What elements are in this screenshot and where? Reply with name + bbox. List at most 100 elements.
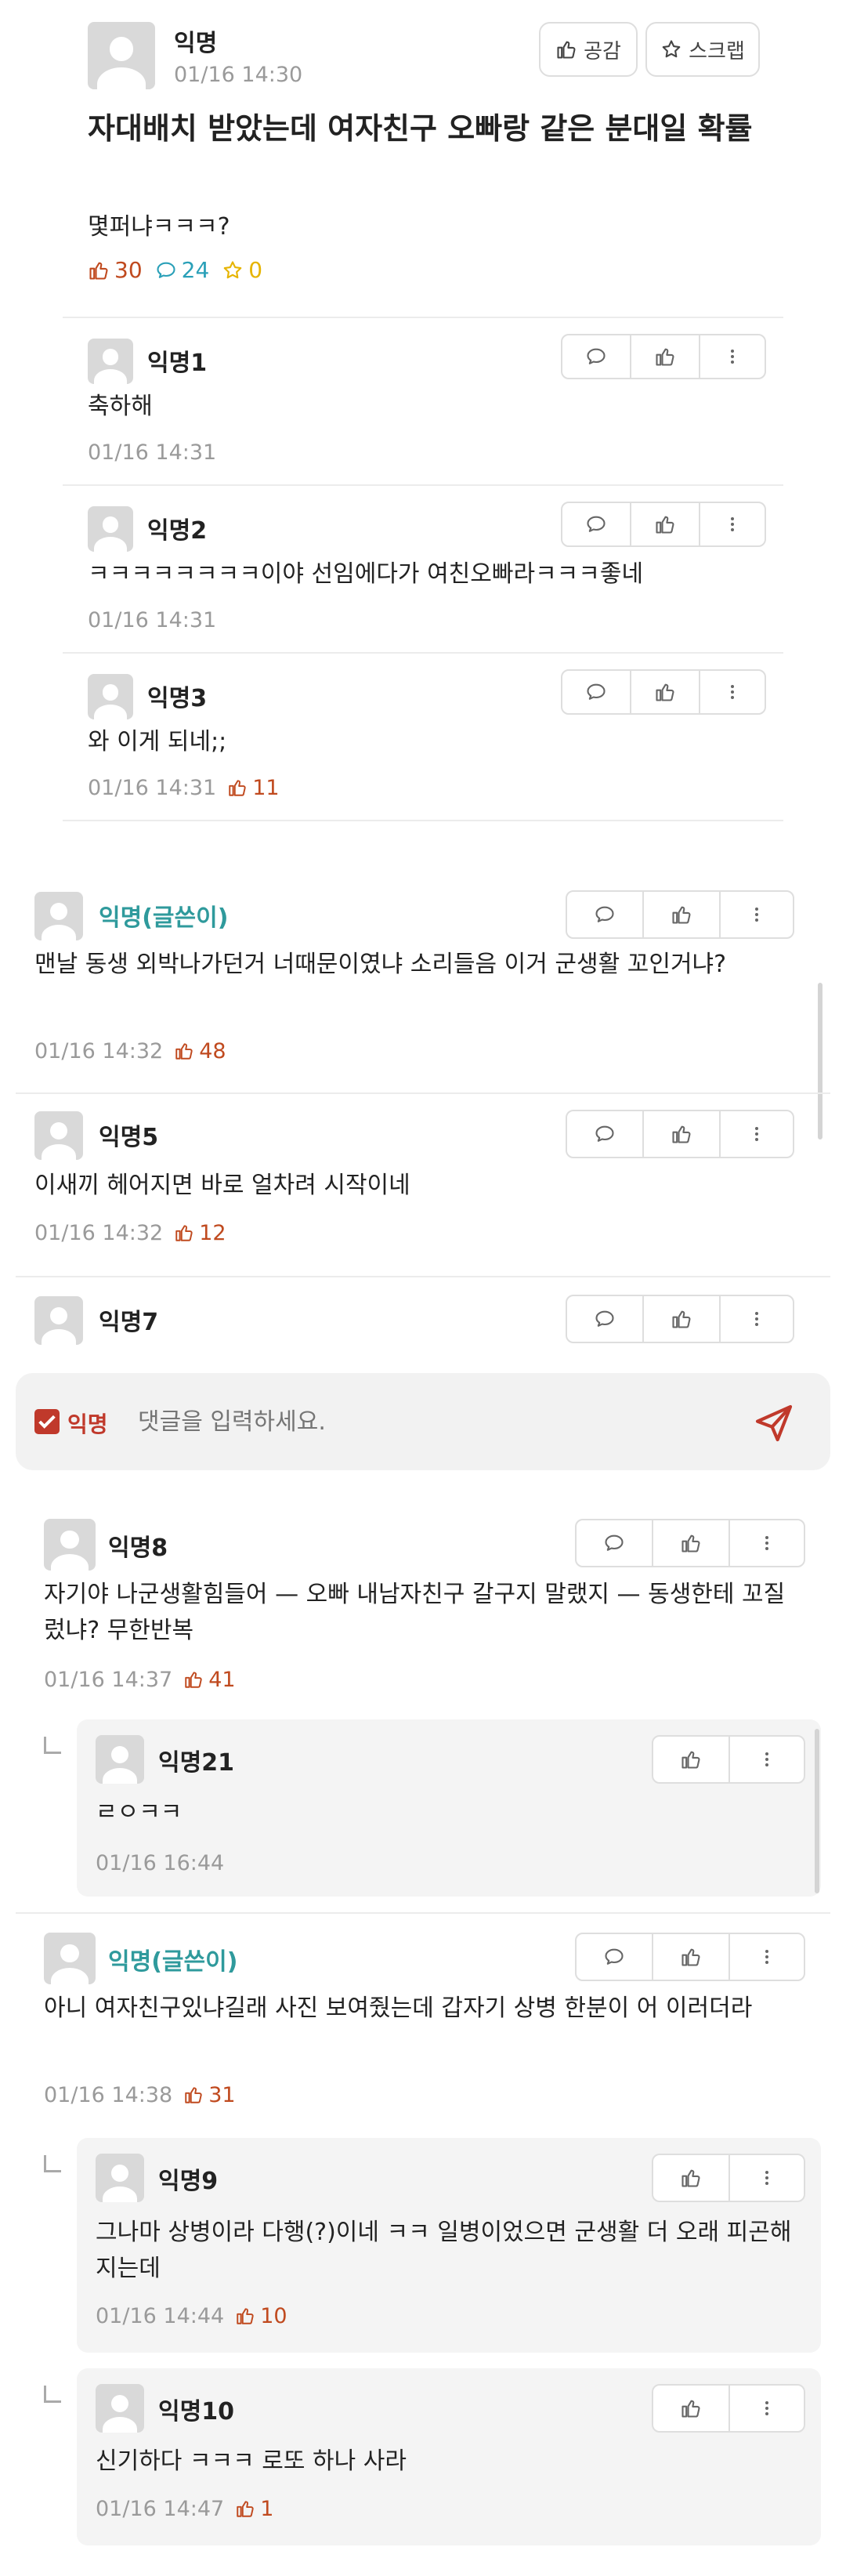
comment-time: 01/16 14:32 <box>34 1039 164 1063</box>
thumb-up-icon <box>680 1532 702 1554</box>
thumb-up-icon <box>183 1669 204 1690</box>
more-dots-icon <box>747 1310 766 1328</box>
comment-actions <box>561 334 766 379</box>
reply-actions <box>652 2384 805 2433</box>
comment-author: 익명5 <box>99 1124 159 1151</box>
comment-avatar <box>88 339 133 384</box>
comment-author: 익명3 <box>147 685 208 712</box>
divider <box>63 820 783 821</box>
like-button[interactable] <box>653 2155 730 2201</box>
comment-text: 이새끼 헤어지면 바로 얼차려 시작이네 <box>34 1172 410 1199</box>
like-button[interactable] <box>653 1737 730 1782</box>
comment-author-op: 익명(글쓴이) <box>99 904 229 932</box>
reply-button[interactable] <box>567 892 644 937</box>
reply-button[interactable] <box>562 503 631 545</box>
comment-bubble-icon <box>594 1123 616 1145</box>
more-options-button[interactable] <box>730 2155 804 2201</box>
like-button[interactable] <box>631 335 700 378</box>
thumb-up-icon <box>174 1041 194 1061</box>
thumb-up-icon <box>555 38 577 60</box>
more-dots-icon <box>747 1125 766 1143</box>
more-dots-icon <box>757 1750 776 1769</box>
comment-author: 익명8 <box>108 1534 168 1562</box>
like-button[interactable] <box>644 892 721 937</box>
like-button[interactable] <box>644 1111 721 1157</box>
more-options-button[interactable] <box>700 671 765 713</box>
post-scrap-count: 0 <box>248 257 263 283</box>
more-options-button[interactable] <box>730 2386 804 2431</box>
scrollbar-thumb[interactable] <box>815 1729 819 1893</box>
post-body: 몇퍼냐ㅋㅋㅋ? <box>88 213 230 241</box>
comment-bubble-icon <box>603 1532 625 1554</box>
comment-likes: 12 <box>163 1221 226 1245</box>
comment-text: 아니 여자친구있냐길래 사진 보여줬는데 갑자기 상병 한분이 어 이러더라 <box>44 1994 753 2022</box>
reply-button[interactable] <box>562 335 631 378</box>
comment-meta: 01/16 14:32 48 <box>34 1039 226 1063</box>
reply-button[interactable] <box>562 671 631 713</box>
reply-arrow-icon <box>44 2155 61 2172</box>
more-options-button[interactable] <box>721 892 793 937</box>
anonymous-label[interactable]: 익명 <box>67 1408 108 1439</box>
comment-text: 자기야 나군생활힘들어 — 오빠 내남자친구 갈구지 말랬지 — 동생한테 꼬질… <box>44 1581 786 1644</box>
comment-avatar <box>34 1111 83 1160</box>
comment-author-op: 익명(글쓴이) <box>108 1948 238 1976</box>
comment-bubble-icon <box>594 904 616 926</box>
thumb-up-icon <box>88 259 110 281</box>
thumb-up-icon <box>654 346 676 368</box>
like-button[interactable] <box>653 1520 730 1566</box>
thumb-up-icon <box>235 2498 255 2519</box>
more-dots-icon <box>757 2399 776 2418</box>
reply-button[interactable] <box>577 1934 653 1980</box>
send-button[interactable] <box>752 1401 796 1445</box>
like-button[interactable] <box>631 503 700 545</box>
anonymous-checkbox[interactable] <box>34 1409 60 1434</box>
comment-item: 익명3 와 이게 되네;; 01/16 14:31 11 <box>0 657 846 813</box>
comment-likes: 48 <box>163 1039 226 1063</box>
divider <box>16 1092 830 1094</box>
more-options-button[interactable] <box>700 335 765 378</box>
reply-button[interactable] <box>577 1520 653 1566</box>
post-title: 자대배치 받았는데 여자친구 오빠랑 같은 분대일 확률 <box>88 111 753 146</box>
more-options-button[interactable] <box>721 1111 793 1157</box>
reply-button[interactable] <box>567 1296 644 1342</box>
comment-item: 익명1 축하해 01/16 14:31 <box>0 321 846 478</box>
more-options-button[interactable] <box>700 503 765 545</box>
comment-bubble-icon <box>585 513 607 535</box>
send-icon <box>752 1401 796 1445</box>
comment-actions <box>566 1295 794 1343</box>
reply-actions <box>652 2154 805 2202</box>
like-button[interactable] <box>631 671 700 713</box>
comment-actions <box>566 890 794 939</box>
checkmark-icon <box>38 1415 56 1429</box>
comment-avatar <box>88 506 133 552</box>
more-options-button[interactable] <box>730 1520 804 1566</box>
like-button[interactable] <box>644 1296 721 1342</box>
comment-time: 01/16 14:38 <box>44 2083 173 2107</box>
comment-like-count: 41 <box>208 1668 236 1692</box>
comment-bubble-icon <box>155 259 177 281</box>
comment-item: 익명5 이새끼 헤어지면 바로 얼차려 시작이네 01/16 14:32 12 <box>0 1096 846 1273</box>
comment-author: 익명21 <box>158 1749 234 1777</box>
comment-avatar <box>96 2384 144 2433</box>
scrap-button-label: 스크랩 <box>689 39 745 63</box>
reply-item: 익명10 신기하다 ㅋㅋㅋ 로또 하나 사라 01/16 14:47 1 <box>77 2368 821 2545</box>
thumb-up-icon <box>235 2306 255 2326</box>
more-dots-icon <box>723 683 742 701</box>
comment-actions <box>561 502 766 547</box>
thumb-up-icon <box>680 1748 702 1770</box>
comment-bubble-icon <box>585 346 607 368</box>
like-button[interactable] <box>653 2386 730 2431</box>
comment-bubble-icon <box>594 1308 616 1330</box>
scrap-button[interactable]: 스크랩 <box>645 22 760 77</box>
empathy-button[interactable]: 공감 <box>539 22 638 77</box>
post-time: 01/16 14:30 <box>174 63 303 87</box>
reply-button[interactable] <box>567 1111 644 1157</box>
comment-input[interactable] <box>138 1401 733 1442</box>
comment-meta: 01/16 14:32 12 <box>34 1221 226 1245</box>
more-options-button[interactable] <box>730 1934 804 1980</box>
comment-actions <box>561 669 766 715</box>
like-button[interactable] <box>653 1934 730 1980</box>
more-options-button[interactable] <box>730 1737 804 1782</box>
comment-bubble-icon <box>603 1946 625 1968</box>
more-options-button[interactable] <box>721 1296 793 1342</box>
